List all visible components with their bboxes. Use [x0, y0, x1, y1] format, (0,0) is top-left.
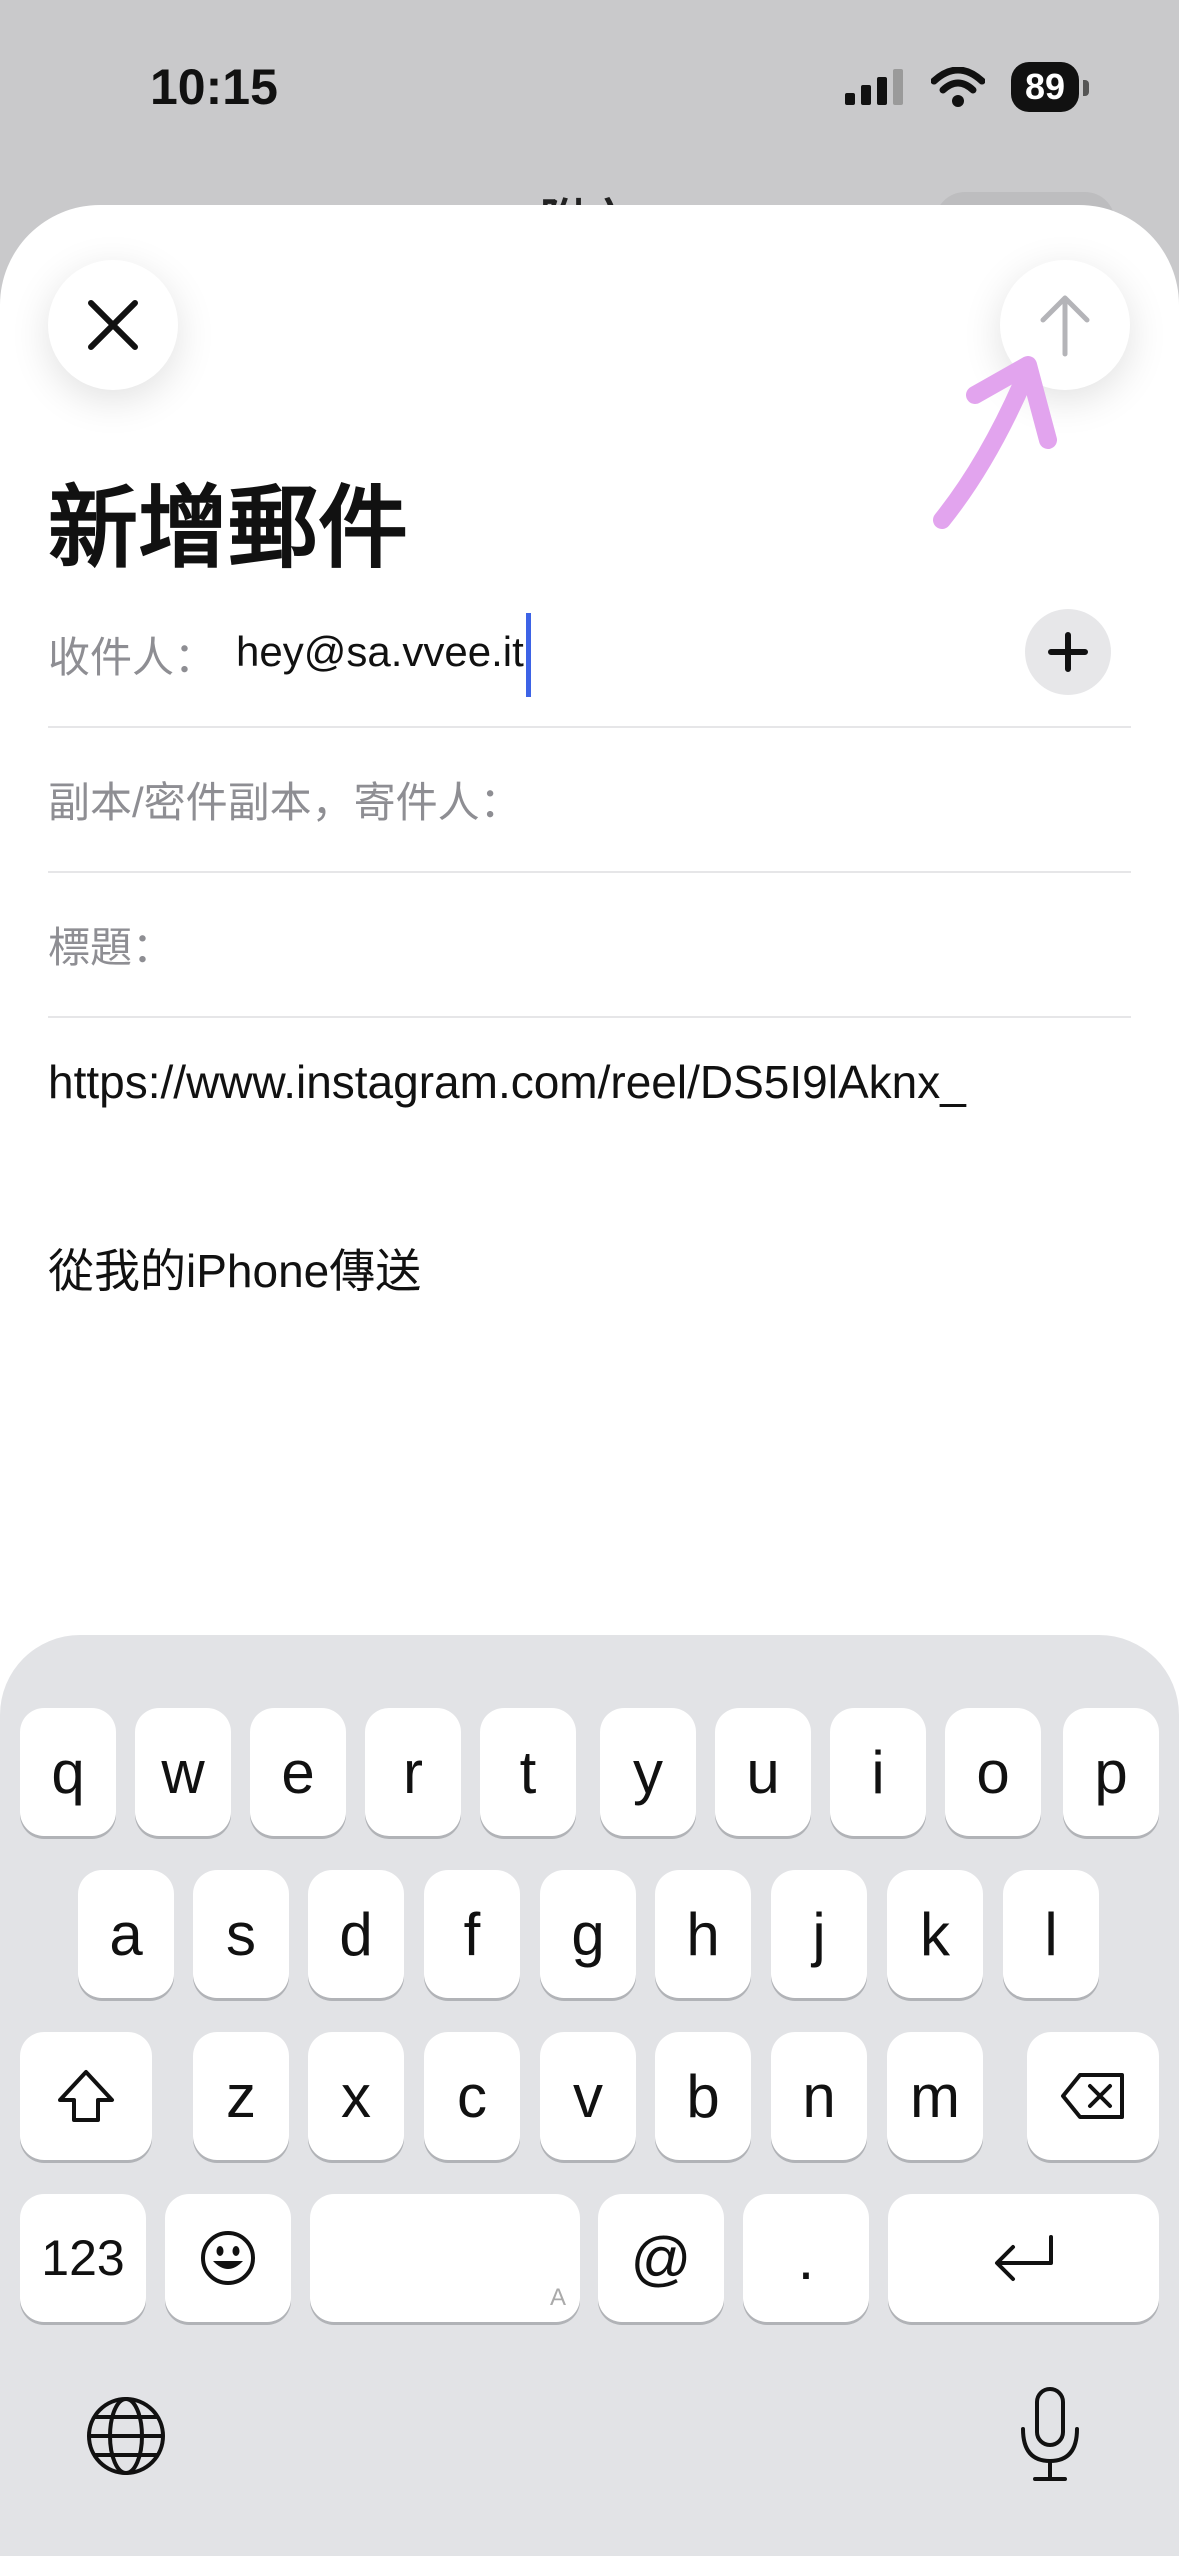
emoji-icon [201, 2231, 255, 2285]
to-field[interactable]: 收件人： hey@sa.vvee.it [48, 583, 1131, 728]
cc-bcc-from-field[interactable]: 副本/密件副本，寄件人： [48, 728, 1131, 873]
return-key[interactable] [888, 2194, 1159, 2322]
globe-key[interactable] [85, 2395, 167, 2482]
key-b[interactable]: b [655, 2032, 751, 2160]
signature[interactable]: 從我的iPhone傳送 [48, 1235, 421, 1301]
key-l[interactable]: l [1003, 1870, 1099, 1998]
at-key[interactable]: @ [598, 2194, 724, 2322]
battery-indicator: 89 [1010, 62, 1090, 112]
key-e[interactable]: e [250, 1708, 346, 1836]
shift-icon [58, 2070, 114, 2122]
key-a[interactable]: a [78, 1870, 174, 1998]
to-value: hey@sa.vvee.it [236, 627, 524, 675]
wifi-icon [930, 67, 985, 107]
keyboard-row-2: a s d f g h j k l [0, 1870, 1179, 2000]
delete-backspace-icon [1061, 2073, 1124, 2119]
compose-title: 新增郵件 [48, 479, 408, 579]
key-p[interactable]: p [1063, 1708, 1159, 1836]
shift-key[interactable] [20, 2032, 152, 2160]
key-k[interactable]: k [887, 1870, 983, 1998]
key-q[interactable]: q [20, 1708, 116, 1836]
key-s[interactable]: s [193, 1870, 289, 1998]
status-bar: 10:15 89 [0, 0, 1179, 200]
key-x[interactable]: x [308, 2032, 404, 2160]
plus-icon [1048, 632, 1088, 672]
microphone-icon [1021, 2387, 1079, 2481]
space-key[interactable]: A [310, 2194, 580, 2322]
key-w[interactable]: w [135, 1708, 231, 1836]
text-cursor [525, 612, 531, 697]
keyboard: q w e r t y u i o p a s d f g h j k l z … [0, 1635, 1179, 2556]
key-i[interactable]: i [830, 1708, 926, 1836]
space-hint: A [549, 2284, 566, 2311]
key-m[interactable]: m [887, 2032, 983, 2160]
return-icon [994, 2235, 1053, 2281]
add-recipient-button[interactable] [1025, 609, 1111, 695]
to-label: 收件人： [48, 634, 217, 681]
key-h[interactable]: h [655, 1870, 751, 1998]
key-z[interactable]: z [193, 2032, 289, 2160]
status-time: 10:15 [150, 59, 278, 115]
subject-field[interactable]: 標題： [48, 873, 1131, 1018]
key-n[interactable]: n [771, 2032, 867, 2160]
key-f[interactable]: f [424, 1870, 520, 1998]
key-y[interactable]: y [600, 1708, 696, 1836]
key-g[interactable]: g [540, 1870, 636, 1998]
delete-key[interactable] [1027, 2032, 1159, 2160]
keyboard-row-4: 123 A @ . [0, 2194, 1179, 2324]
key-c[interactable]: c [424, 2032, 520, 2160]
annotation-arrow-icon [933, 356, 1057, 529]
key-r[interactable]: r [365, 1708, 461, 1836]
globe-icon [87, 2397, 165, 2475]
keyboard-row-1: q w e r t y u i o p [0, 1708, 1179, 1838]
keyboard-row-3: z x c v b n m [0, 2032, 1179, 2162]
key-v[interactable]: v [540, 2032, 636, 2160]
body-link[interactable]: https://www.instagram.com/reel/DS5I9lAkn… [48, 1055, 966, 1109]
key-o[interactable]: o [945, 1708, 1041, 1836]
cc-bcc-from-label: 副本/密件副本，寄件人： [48, 779, 522, 826]
key-d[interactable]: d [308, 1870, 404, 1998]
close-icon [88, 300, 138, 350]
subject-label: 標題： [48, 924, 175, 971]
close-button[interactable] [48, 260, 178, 390]
status-icons: 89 [844, 62, 1090, 112]
emoji-key[interactable] [165, 2194, 291, 2322]
key-t[interactable]: t [480, 1708, 576, 1836]
key-j[interactable]: j [771, 1870, 867, 1998]
to-input[interactable]: hey@sa.vvee.it [236, 612, 531, 697]
period-key[interactable]: . [743, 2194, 869, 2322]
cellular-signal-icon [844, 69, 903, 105]
numbers-key[interactable]: 123 [20, 2194, 146, 2322]
dictation-key[interactable] [1015, 2385, 1085, 2490]
key-u[interactable]: u [715, 1708, 811, 1836]
